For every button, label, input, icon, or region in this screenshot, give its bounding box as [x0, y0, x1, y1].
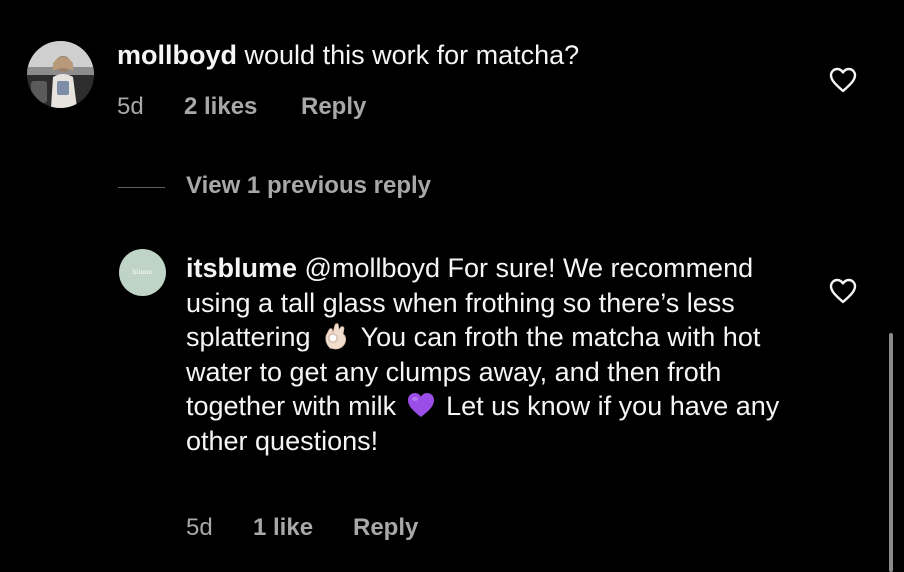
ok-hand-emoji-icon: [321, 321, 351, 351]
reply-likes[interactable]: 1 like: [253, 514, 313, 542]
comment-username[interactable]: mollboyd: [117, 40, 237, 70]
heart-outline-icon: [829, 278, 857, 304]
reply-body: itsblume @mollboyd For sure! We recommen…: [186, 251, 806, 458]
comment-time: 5d: [117, 93, 144, 120]
reply-like-button[interactable]: [829, 278, 857, 304]
comment-reply-button[interactable]: Reply: [301, 93, 366, 121]
comment-meta: 5d 2 likes Reply: [0, 93, 904, 125]
view-previous-label[interactable]: View 1 previous reply: [186, 172, 431, 200]
avatar-logo-text: blume: [132, 269, 153, 276]
reply-meta: 5d 1 like Reply: [0, 514, 904, 546]
comment-text: would this work for matcha?: [244, 40, 580, 70]
reply-reply-button[interactable]: Reply: [353, 514, 418, 542]
thread-divider-line: [118, 187, 165, 188]
comment-like-button[interactable]: [829, 67, 857, 93]
scrollbar[interactable]: [889, 333, 893, 572]
comment-body: mollboyd would this work for matcha?: [117, 38, 757, 73]
heart-outline-icon: [829, 67, 857, 93]
purple-heart-emoji-icon: [406, 390, 436, 420]
avatar-itsblume[interactable]: blume: [119, 249, 166, 296]
comment-likes[interactable]: 2 likes: [184, 93, 257, 121]
reply-username[interactable]: itsblume: [186, 253, 297, 283]
reply-time: 5d: [186, 514, 213, 541]
